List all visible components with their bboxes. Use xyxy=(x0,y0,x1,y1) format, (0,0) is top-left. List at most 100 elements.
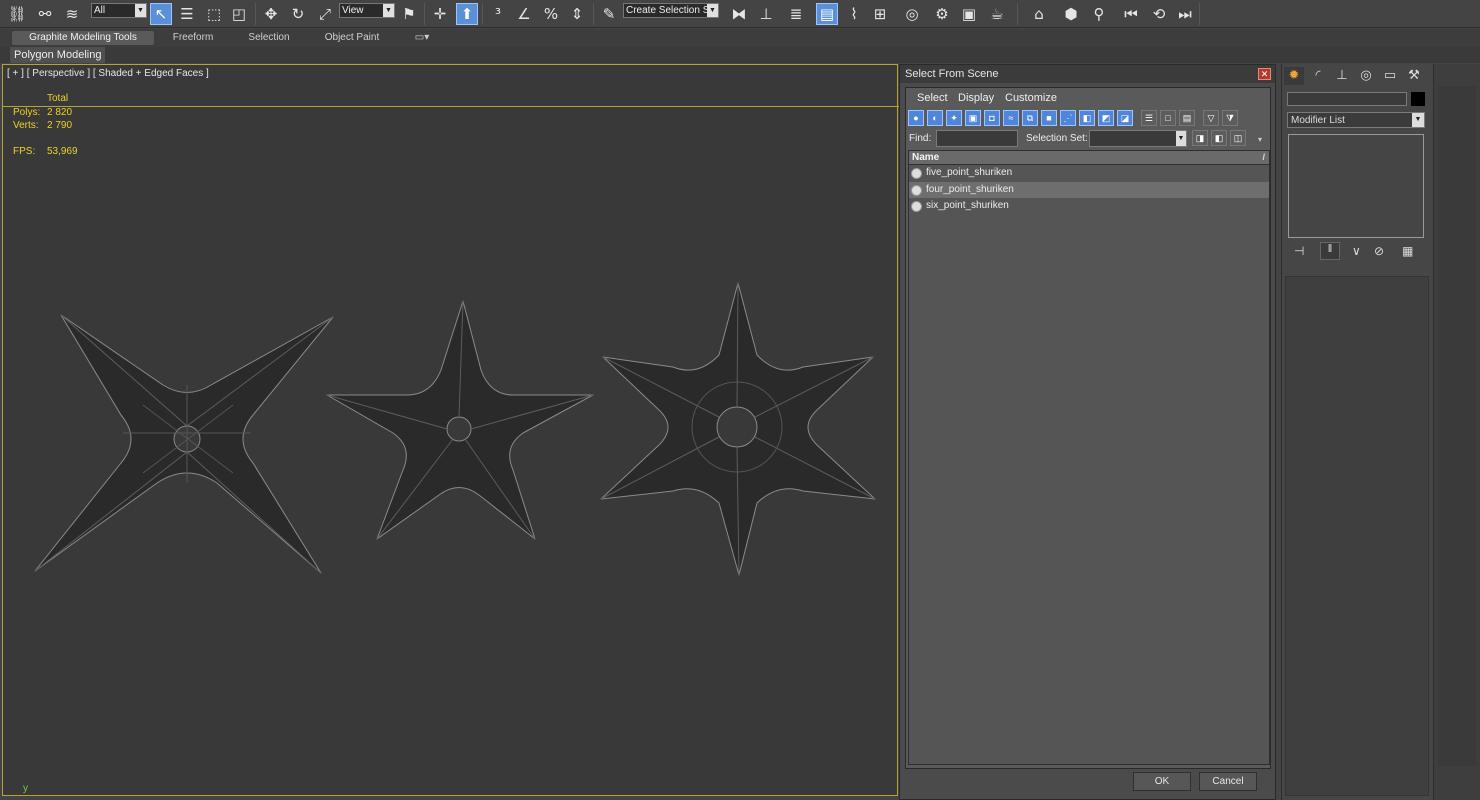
filter-bones-icon[interactable]: ⋰ xyxy=(1060,110,1076,126)
object-name-field[interactable] xyxy=(1287,92,1407,106)
select-invert-icon[interactable]: ▤ xyxy=(1179,110,1195,126)
list-item[interactable]: six_point_shuriken xyxy=(909,198,1269,214)
ok-button[interactable]: OK xyxy=(1133,772,1191,791)
filter-helpers-icon[interactable]: ◘ xyxy=(984,110,1000,126)
container-icon[interactable]: ⬢ xyxy=(1060,3,1082,25)
six-point-shuriken-mesh[interactable] xyxy=(600,282,876,576)
four-point-shuriken-mesh[interactable] xyxy=(34,314,334,574)
tab-graphite-modeling-tools[interactable]: Graphite Modeling Tools xyxy=(12,31,154,45)
curve-editor-icon[interactable]: ⌇ xyxy=(843,3,865,25)
tab-object-paint[interactable]: Object Paint xyxy=(317,31,387,45)
scale-icon[interactable]: ⤢ xyxy=(314,3,336,25)
show-end-result-icon[interactable]: ‖ xyxy=(1320,242,1340,260)
layer-icon[interactable]: ≣ xyxy=(785,3,807,25)
tab-selection[interactable]: Selection xyxy=(240,31,298,45)
menu-display[interactable]: Display xyxy=(958,92,994,104)
rect-region-icon[interactable]: ⬚ xyxy=(203,3,225,25)
snaps-icon[interactable]: ³ xyxy=(487,3,509,25)
ribbon-options-icon[interactable]: ▭▾ xyxy=(412,31,432,45)
chevron-down-icon: ▼ xyxy=(1412,113,1424,127)
dialog-body: Select Display Customize ● ◐ ✦ ▣ ◘ ≈ ⧉ ■… xyxy=(905,87,1271,769)
animation-key-icon[interactable]: ⏮ xyxy=(1120,3,1142,25)
menu-select[interactable]: Select xyxy=(917,92,948,104)
align-icon[interactable]: ⊥ xyxy=(755,3,777,25)
filter-lights-icon[interactable]: ✦ xyxy=(946,110,962,126)
modifier-list-dropdown[interactable]: Modifier List ▼ xyxy=(1287,112,1425,128)
edit-named-sel-icon[interactable]: ✎ xyxy=(598,3,620,25)
configure-sets-icon[interactable]: ▦ xyxy=(1402,244,1413,258)
filter-containers-icon[interactable]: ◧ xyxy=(1079,110,1095,126)
select-all-icon[interactable]: ☰ xyxy=(1141,110,1157,126)
filter-geometry-icon[interactable]: ● xyxy=(908,110,924,126)
filter-groups-icon[interactable]: ⧉ xyxy=(1022,110,1038,126)
utilities-icon[interactable]: ⚒ xyxy=(1404,67,1424,85)
ribbon-panel-bar: Polygon Modeling xyxy=(0,47,1480,63)
close-icon[interactable]: ✕ xyxy=(1258,68,1271,80)
scene-explorer-icon[interactable]: ▤ xyxy=(816,3,838,25)
display-icon[interactable]: ▭ xyxy=(1380,67,1400,85)
filter-spacewarps-icon[interactable]: ≈ xyxy=(1003,110,1019,126)
angle-snap-icon[interactable]: ∠ xyxy=(513,3,535,25)
menu-customize[interactable]: Customize xyxy=(1005,92,1057,104)
rotate-icon[interactable]: ↻ xyxy=(287,3,309,25)
dialog-title-bar[interactable]: Select From Scene ✕ xyxy=(900,65,1275,83)
bind-space-warp-icon[interactable]: ≋ xyxy=(61,3,83,25)
column-header-name[interactable]: Name / xyxy=(909,151,1269,165)
select-manipulate-icon[interactable]: ✛ xyxy=(429,3,451,25)
pivot-icon[interactable]: ⚑ xyxy=(398,3,420,25)
cancel-button[interactable]: Cancel xyxy=(1199,772,1257,791)
object-list[interactable]: Name / five_point_shuriken four_point_sh… xyxy=(908,150,1270,765)
selection-filter-dropdown[interactable]: All ▼ xyxy=(91,3,147,18)
animation-loop-icon[interactable]: ⟲ xyxy=(1148,3,1170,25)
unlink-icon[interactable]: ⚯ xyxy=(34,3,56,25)
dialog-options-icon[interactable]: ▾ xyxy=(1258,135,1262,144)
schematic-icon[interactable]: ⊞ xyxy=(869,3,891,25)
create-icon[interactable]: ✹ xyxy=(1284,67,1304,85)
selection-set-edit-icon[interactable]: ◧ xyxy=(1211,130,1227,146)
reference-coord-dropdown[interactable]: View ▼ xyxy=(339,3,395,18)
list-item[interactable]: four_point_shuriken xyxy=(909,182,1269,198)
filter-frozen-icon[interactable]: ◩ xyxy=(1098,110,1114,126)
object-color-swatch[interactable] xyxy=(1411,92,1425,106)
select-none-icon[interactable]: □ xyxy=(1160,110,1176,126)
filter-cameras-icon[interactable]: ▣ xyxy=(965,110,981,126)
filter-icon[interactable]: ▽ xyxy=(1203,110,1219,126)
filter-options-icon[interactable]: ⧩ xyxy=(1222,110,1238,126)
remove-modifier-icon[interactable]: ⊘ xyxy=(1374,244,1384,258)
material-editor-icon[interactable]: ◎ xyxy=(901,3,923,25)
selection-set-dropdown[interactable]: ▼ xyxy=(1089,130,1187,147)
link-icon[interactable]: ⛓ xyxy=(6,3,28,25)
hierarchy-icon[interactable]: ⊥ xyxy=(1332,67,1352,85)
modify-icon[interactable]: ◜ xyxy=(1308,67,1328,85)
select-object-icon[interactable]: ↖ xyxy=(150,3,172,25)
manipulate-icon[interactable]: ⬆ xyxy=(456,3,478,25)
filter-hidden-icon[interactable]: ◪ xyxy=(1117,110,1133,126)
tab-polygon-modeling[interactable]: Polygon Modeling xyxy=(10,47,106,63)
render-icon[interactable]: ☕ xyxy=(986,3,1008,25)
select-by-name-icon[interactable]: ☰ xyxy=(176,3,198,25)
selection-set-remove-icon[interactable]: ◫ xyxy=(1230,130,1246,146)
window-crossing-icon[interactable]: ◰ xyxy=(228,3,250,25)
populate-icon[interactable]: ⌂ xyxy=(1028,3,1050,25)
named-selection-set-dropdown[interactable]: Create Selection Se ▼ xyxy=(623,3,719,18)
render-setup-icon[interactable]: ⚙ xyxy=(931,3,953,25)
selection-set-add-icon[interactable]: ◨ xyxy=(1192,130,1208,146)
percent-snap-icon[interactable]: % xyxy=(540,3,562,25)
rendered-frame-icon[interactable]: ▣ xyxy=(958,3,980,25)
perspective-viewport[interactable]: [ + ] [ Perspective ] [ Shaded + Edged F… xyxy=(2,64,899,796)
tab-freeform[interactable]: Freeform xyxy=(163,31,223,45)
mirror-icon[interactable]: ⧓ xyxy=(728,3,750,25)
find-input[interactable] xyxy=(936,130,1018,147)
modifier-stack[interactable] xyxy=(1288,134,1424,238)
five-point-shuriken-mesh[interactable] xyxy=(326,300,594,540)
move-icon[interactable]: ✥ xyxy=(260,3,282,25)
list-item[interactable]: five_point_shuriken xyxy=(909,165,1269,181)
pin-stack-icon[interactable]: ⊣ xyxy=(1294,244,1304,258)
filter-shapes-icon[interactable]: ◐ xyxy=(927,110,943,126)
motion-icon[interactable]: ◎ xyxy=(1356,67,1376,85)
animation-layers-icon[interactable]: ⏭ xyxy=(1174,3,1196,25)
spinner-snap-icon[interactable]: ⇕ xyxy=(566,3,588,25)
make-unique-icon[interactable]: ∨ xyxy=(1352,244,1361,258)
filter-xrefs-icon[interactable]: ■ xyxy=(1041,110,1057,126)
pipe-icon[interactable]: ⚲ xyxy=(1088,3,1110,25)
